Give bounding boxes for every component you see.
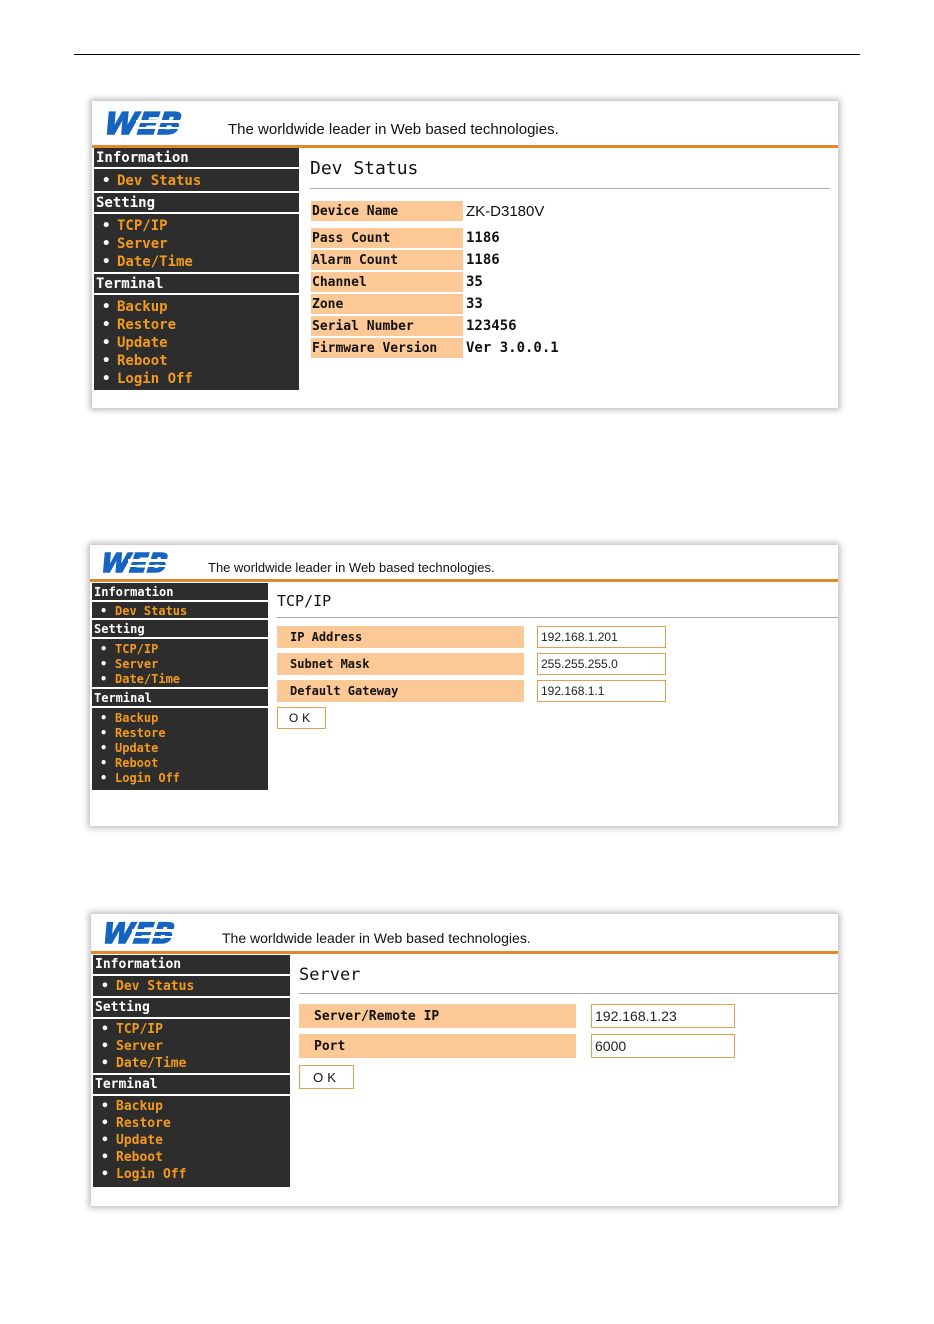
header: WEB The worldwide leader in Web based te… [90,545,838,582]
sidebar-item-datetime[interactable]: • Date/Time [102,253,299,271]
sidebar-item-login-off[interactable]: • Login Off [101,1166,290,1183]
info-row: Firmware Version Ver 3.0.0.1 [311,338,559,358]
sidebar-section-setting: Setting [92,620,268,639]
sidebar-item-dev-status[interactable]: • Dev Status [102,172,299,190]
form-row: IP Address 192.168.1.201 [277,626,666,648]
sidebar-item-login-off[interactable]: • Login Off [102,370,299,388]
sidebar: Information • Dev Status Setting • TCP/IP … [94,148,299,390]
page-top-rule [74,54,860,55]
sidebar-section-terminal: Terminal [92,689,268,708]
header: WEB The worldwide leader in Web based te… [92,101,838,148]
panel-server: WEB The worldwide leader in Web based te… [91,914,838,1206]
web-logo-icon: WEB [96,549,202,575]
port-input[interactable]: 6000 [591,1034,735,1058]
info-row: Zone 33 [311,294,483,314]
info-row: Alarm Count 1186 [311,250,500,270]
sidebar-item-login-off[interactable]: • Login Off [100,770,268,785]
sidebar: Information • Dev Status Setting • TCP/IP … [92,583,268,790]
sidebar-item-datetime[interactable]: • Date/Time [101,1055,290,1072]
info-row: Pass Count 1186 [311,228,500,248]
web-logo-icon: WEB [97,918,210,946]
title-divider [277,617,838,618]
form-row: Server/Remote IP 192.168.1.23 [299,1004,735,1028]
form-row: Subnet Mask 255.255.255.0 [277,653,666,675]
sidebar-section-information: Information [94,148,299,169]
sidebar-item-backup[interactable]: • Backup [100,710,268,725]
sidebar-item-tcpip[interactable]: • TCP/IP [101,1021,290,1038]
sidebar-section-terminal: Terminal [94,274,299,295]
info-label: Zone [311,294,463,314]
field-label: Server/Remote IP [299,1004,576,1028]
page-title: TCP/IP [277,592,332,610]
sidebar-section-information: Information [92,583,268,602]
sidebar-item-datetime[interactable]: • Date/Time [100,671,268,686]
default-gateway-input[interactable]: 192.168.1.1 [537,680,666,702]
info-label: Channel [311,272,463,292]
field-label: Default Gateway [277,680,524,702]
title-divider [299,993,838,994]
header: WEB The worldwide leader in Web based te… [91,914,838,954]
sidebar-item-reboot[interactable]: • Reboot [102,352,299,370]
main-content: Server Server/Remote IP 192.168.1.23 Por… [299,955,838,1206]
info-label: Device Name [311,201,463,221]
ok-button[interactable]: OK [277,707,326,729]
sidebar-item-tcpip[interactable]: • TCP/IP [102,217,299,235]
sidebar-item-backup[interactable]: • Backup [102,298,299,316]
sidebar-item-restore[interactable]: • Restore [102,316,299,334]
info-label: Pass Count [311,228,463,248]
tagline: The worldwide leader in Web based techno… [208,560,495,575]
subnet-mask-input[interactable]: 255.255.255.0 [537,653,666,675]
info-value: 1186 [466,252,500,268]
tagline: The worldwide leader in Web based techno… [222,930,531,946]
sidebar-item-update[interactable]: • Update [100,740,268,755]
info-label: Firmware Version [311,338,463,358]
field-label: IP Address [277,626,524,648]
page-title: Server [299,965,361,985]
sidebar-item-server[interactable]: • Server [100,656,268,671]
sidebar-item-tcpip[interactable]: • TCP/IP [100,641,268,656]
panel-tcpip: WEB The worldwide leader in Web based te… [90,545,838,826]
sidebar-item-reboot[interactable]: • Reboot [100,755,268,770]
sidebar-item-dev-status[interactable]: • Dev Status [101,978,290,995]
sidebar-item-server[interactable]: • Server [101,1038,290,1055]
field-label: Subnet Mask [277,653,524,675]
web-logo-icon: WEB [98,108,216,138]
server-remote-ip-input[interactable]: 192.168.1.23 [591,1004,735,1028]
tagline: The worldwide leader in Web based techno… [228,121,559,138]
main-content: TCP/IP IP Address 192.168.1.201 Subnet M… [277,583,838,826]
title-divider [310,188,830,189]
sidebar-item-restore[interactable]: • Restore [100,725,268,740]
sidebar: Information • Dev Status Setting • TCP/IP … [93,955,290,1187]
sidebar-section-setting: Setting [93,998,290,1019]
info-value: 35 [466,274,483,290]
form-row: Port 6000 [299,1034,735,1058]
ok-button[interactable]: OK [299,1065,354,1089]
field-label: Port [299,1034,576,1058]
info-value: 123456 [466,318,517,334]
panel-dev-status: WEB The worldwide leader in Web based te… [92,101,838,408]
sidebar-item-server[interactable]: • Server [102,235,299,253]
main-content: Dev Status Device Name ZK-D3180V Pass Co… [310,148,838,408]
ip-address-input[interactable]: 192.168.1.201 [537,626,666,648]
sidebar-item-reboot[interactable]: • Reboot [101,1149,290,1166]
info-value: ZK-D3180V [466,202,545,220]
form-row: Default Gateway 192.168.1.1 [277,680,666,702]
sidebar-item-backup[interactable]: • Backup [101,1098,290,1115]
info-value: 1186 [466,230,500,246]
info-value: 33 [466,296,483,312]
sidebar-item-update[interactable]: • Update [101,1132,290,1149]
info-row: Serial Number 123456 [311,316,517,336]
sidebar-item-update[interactable]: • Update [102,334,299,352]
page-title: Dev Status [310,158,419,179]
sidebar-section-information: Information [93,955,290,976]
sidebar-item-dev-status[interactable]: • Dev Status [100,603,268,618]
info-label: Alarm Count [311,250,463,270]
sidebar-section-setting: Setting [94,193,299,214]
info-label: Serial Number [311,316,463,336]
sidebar-section-terminal: Terminal [93,1075,290,1096]
info-row: Device Name ZK-D3180V [311,201,544,221]
sidebar-item-restore[interactable]: • Restore [101,1115,290,1132]
info-row: Channel 35 [311,272,483,292]
info-value: Ver 3.0.0.1 [466,340,559,356]
